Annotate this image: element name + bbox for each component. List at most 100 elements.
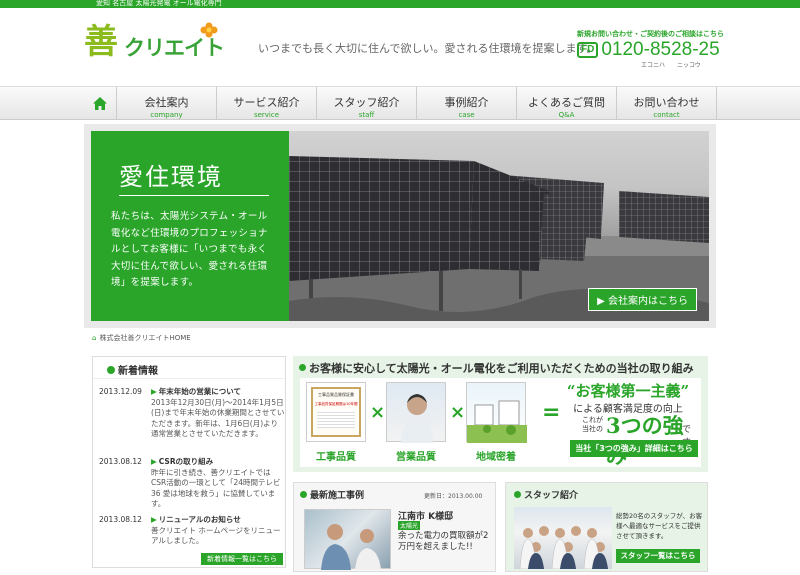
breadcrumb-home[interactable]: 株式会社善クリエイトHOME: [99, 334, 190, 342]
free-dial-icon: FD: [577, 42, 599, 58]
news-desc: 2013年12月30日(月)〜2014年1月5日(日)まで年末年始の休業期間とさ…: [151, 397, 285, 439]
news-desc: 善クリエイト ホームページをリニューアルしました。: [151, 525, 281, 546]
strengths-heading: お客様に安心して太陽光・オール電化をご利用いただくための当社の取り組み: [299, 360, 694, 376]
news-body: ▶ リニューアルのお知らせ 善クリエイト ホームページをリニューアルしました。: [151, 515, 285, 547]
global-nav: 会社案内 company サービス紹介 service スタッフ紹介 staff 事例…: [0, 86, 800, 120]
nav-company[interactable]: 会社案内 company: [117, 87, 217, 120]
staff-desc: 総勢20名のスタッフが、お客様へ最適なサービスをご提供させて頂きます。: [616, 512, 703, 540]
news-box: 新着情報 2013.12.09 ▶ 年末年始の営業について 2013年12月30日(…: [92, 356, 286, 568]
phone-text: 0120-8528-25: [601, 39, 720, 60]
news-date: 2013.08.12: [99, 457, 142, 466]
slogan-prefix: これが 当社の: [582, 416, 603, 434]
nav-case-label: 事例紹介: [444, 96, 489, 109]
home-icon: [93, 97, 107, 110]
strengths-heading-text: お客様に安心して太陽光・オール電化をご利用いただくための当社の取り組み: [309, 362, 694, 375]
nav-contact-sub: contact: [653, 111, 680, 119]
news-body: ▶ 年末年始の営業について 2013年12月30日(月)〜2014年1月5日(日)ま…: [151, 387, 285, 440]
nav-service-sub: service: [253, 111, 280, 119]
heading-dot-icon: [299, 364, 306, 371]
customer-first-slogan: “お客様第一主義”: [566, 382, 690, 400]
strength-label: 営業品質: [396, 452, 436, 463]
strength-label: 工事品質: [316, 452, 356, 463]
play-arrow-icon: ▶: [597, 296, 608, 307]
hero-title: 愛住環境: [119, 163, 223, 191]
houses-illustration: [467, 400, 527, 443]
staff-list-button[interactable]: スタッフ一覧はこちら: [616, 549, 700, 563]
news-more-button[interactable]: 新着情報一覧はこちら: [201, 553, 283, 565]
heading-dot-icon: [514, 491, 521, 498]
hero-text-panel: 愛住環境 私たちは、太陽光システム・オール電化など住環境のプロフェッショナルとし…: [91, 131, 289, 321]
nav-company-label: 会社案内: [144, 96, 189, 109]
solar-panel-photo: ▶ 会社案内はこちら: [289, 131, 709, 321]
phone-number[interactable]: FD 0120-8528-25: [577, 39, 737, 60]
heading-dot-icon: [107, 366, 115, 374]
case-photo-illustration: [321, 524, 381, 570]
certificate-sub: 工事品質保証期間は10年間: [314, 402, 358, 406]
news-heading-text: 新着情報: [118, 366, 158, 377]
staff-portrait: [401, 394, 433, 443]
strengths-panel: 工事品質品質保証書 工事品質保証期間は10年間 × × = 工事品質 営業品質 …: [300, 378, 701, 468]
news-title-link[interactable]: ▶ リニューアルのお知らせ: [151, 515, 285, 526]
news-heading: 新着情報: [93, 357, 285, 379]
news-title-link[interactable]: ▶ CSRの取り組み: [151, 457, 285, 468]
certificate-title: 工事品質品質保証書: [318, 392, 354, 397]
arrow-icon: ▶: [151, 387, 157, 396]
header-contact: 新規お問い合わせ・ご契約後のご相談はこちら FD 0120-8528-25 エコニ…: [577, 29, 737, 69]
nav-service[interactable]: サービス紹介 service: [217, 87, 317, 120]
top-bar: 愛知 名古屋 太陽光発電 オール電化専門: [0, 0, 800, 8]
staff-group-photo: [514, 507, 612, 570]
nav-home[interactable]: [84, 87, 117, 120]
case-photo[interactable]: [304, 509, 391, 570]
cases-heading: 最新施工事例: [300, 488, 364, 501]
slogan-prefix-2: 当社の: [582, 425, 603, 433]
site-logo[interactable]: 善 クリエイト: [84, 20, 225, 65]
hero-text: 私たちは、太陽光システム・オール電化など住環境のプロフェッショナルとしてお客様に…: [111, 211, 268, 288]
news-title: CSRの取り組み: [158, 457, 214, 466]
news-desc: 昨年に引き続き、善クリエイトではCSR活動の一環として「24時間テレビ36 愛は…: [151, 467, 281, 509]
breadcrumb: ⌂ 株式会社善クリエイトHOME: [92, 333, 191, 343]
cases-heading-text: 最新施工事例: [310, 491, 365, 501]
slogan-prefix-1: これが: [582, 416, 603, 424]
strength-label: 地域密着: [476, 452, 516, 463]
heading-dot-icon: [300, 491, 307, 498]
home-small-icon: ⌂: [92, 334, 97, 342]
nav-contact[interactable]: お問い合わせ contact: [617, 87, 717, 120]
site-tagline: いつまでも長く大切に住んで欲しい。愛される住環境を提案します。: [258, 42, 598, 55]
construction-quality-image: 工事品質品質保証書 工事品質保証期間は10年間: [306, 382, 366, 442]
times-sign: ×: [450, 402, 466, 423]
nav-qa-sub: Q&A: [558, 111, 575, 119]
news-title: リニューアルのお知らせ: [158, 515, 241, 524]
cases-box: 最新施工事例 更新日：2013.00.00 江南市 K様邸 太陽光 余った電力の…: [293, 482, 496, 572]
phone-reading: エコニハ ニッコウ: [641, 62, 701, 69]
flower-icon: [200, 22, 218, 38]
nav-qa-label: よくあるご質問: [528, 96, 605, 109]
nav-qa[interactable]: よくあるご質問 Q&A: [517, 87, 617, 120]
nav-case-sub: case: [458, 111, 475, 119]
news-title-link[interactable]: ▶ 年末年始の営業について: [151, 387, 285, 398]
cases-updated: 更新日：2013.00.00: [424, 493, 483, 500]
certificate-lines: [317, 410, 355, 428]
staff-box: スタッフ紹介 総勢20名のスタッフが、お客様へ最適なサービスをご提供させて頂きま…: [505, 482, 708, 572]
news-date: 2013.12.09: [99, 387, 142, 396]
nav-staff-sub: staff: [358, 111, 375, 119]
hero-divider: [119, 195, 269, 196]
sales-quality-image: [386, 382, 446, 443]
community-image: [466, 382, 527, 443]
nav-case[interactable]: 事例紹介 case: [417, 87, 517, 120]
top-bar-text: 愛知 名古屋 太陽光発電 オール電化専門: [96, 0, 222, 7]
contact-label: 新規お問い合わせ・ご契約後のご相談はこちら: [577, 30, 724, 38]
company-info-button[interactable]: ▶ 会社案内はこちら: [588, 288, 697, 311]
company-info-label: 会社案内はこちら: [608, 296, 688, 307]
staff-heading-text: スタッフ紹介: [524, 491, 579, 501]
arrow-icon: ▶: [151, 457, 157, 466]
nav-staff[interactable]: スタッフ紹介 staff: [317, 87, 417, 120]
logo-kanji: 善: [84, 22, 118, 62]
strengths-box: お客様に安心して太陽光・オール電化をご利用いただくための当社の取り組み 工事品質…: [293, 356, 708, 472]
nav-staff-label: スタッフ紹介: [333, 96, 400, 109]
arrow-icon: ▶: [151, 515, 157, 524]
staff-heading: スタッフ紹介: [514, 488, 578, 501]
strengths-detail-button[interactable]: 当社「3つの強み」詳細はこちら: [570, 440, 698, 457]
nav-contact-label: お問い合わせ: [633, 96, 700, 109]
nav-company-sub: company: [150, 111, 183, 119]
times-sign: ×: [370, 402, 386, 423]
